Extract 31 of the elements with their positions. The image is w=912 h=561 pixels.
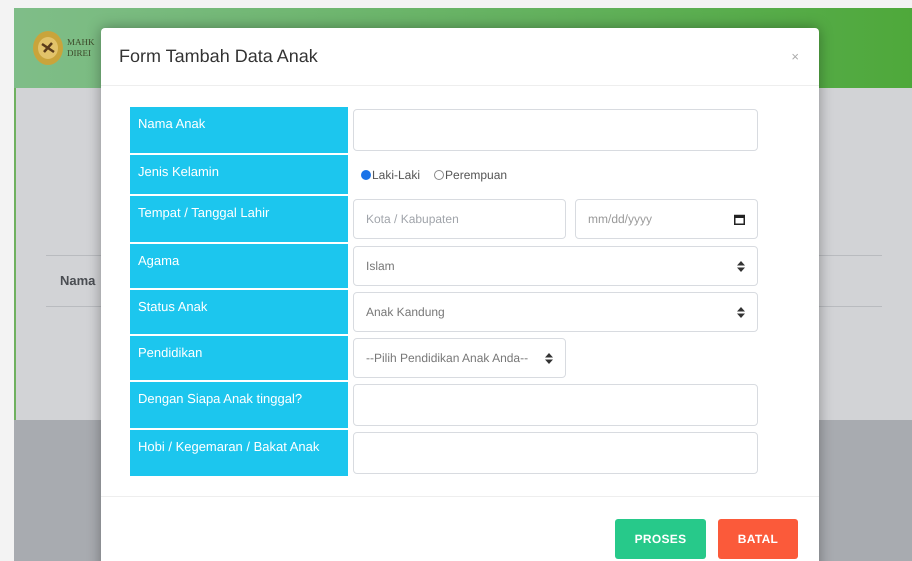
emblem-icon	[32, 30, 64, 66]
field-label: Agama	[130, 244, 348, 288]
date-field[interactable]: mm/dd/yyyy	[575, 199, 758, 239]
field-label: Tempat / Tanggal Lahir	[130, 196, 348, 242]
calendar-icon[interactable]	[734, 214, 745, 224]
table-header: Nama	[60, 272, 96, 290]
close-button[interactable]: ×	[791, 46, 799, 66]
cancel-button[interactable]: BATAL	[718, 519, 798, 559]
input-field[interactable]	[353, 384, 758, 426]
input-field[interactable]	[353, 109, 758, 151]
sort-caret-icon	[737, 260, 745, 272]
input-field[interactable]	[353, 432, 758, 474]
field-label: Jenis Kelamin	[130, 155, 348, 194]
logo-text: DIREI	[67, 48, 92, 59]
radio-icon[interactable]	[361, 170, 371, 180]
sort-caret-icon	[545, 352, 553, 364]
input-field[interactable]: Kota / Kabupaten	[353, 199, 566, 239]
radio-icon[interactable]	[434, 170, 444, 180]
modal-title: Form Tambah Data Anak	[119, 45, 318, 68]
field-label: Nama Anak	[130, 107, 348, 153]
field-label: Pendidikan	[130, 336, 348, 380]
select-field[interactable]: --Pilih Pendidikan Anak Anda--	[353, 338, 566, 378]
field-label: Status Anak	[130, 290, 348, 334]
field-label: Hobi / Kegemaran / Bakat Anak	[130, 430, 348, 476]
field-label: Dengan Siapa Anak tinggal?	[130, 382, 348, 428]
select-field[interactable]: Anak Kandung	[353, 292, 758, 332]
select-field[interactable]: Islam	[353, 246, 758, 286]
sort-caret-icon	[737, 306, 745, 318]
radio-option[interactable]: Laki-Laki	[361, 166, 420, 184]
logo-text: MAHK	[67, 37, 95, 48]
radio-option[interactable]: Perempuan	[434, 166, 508, 184]
